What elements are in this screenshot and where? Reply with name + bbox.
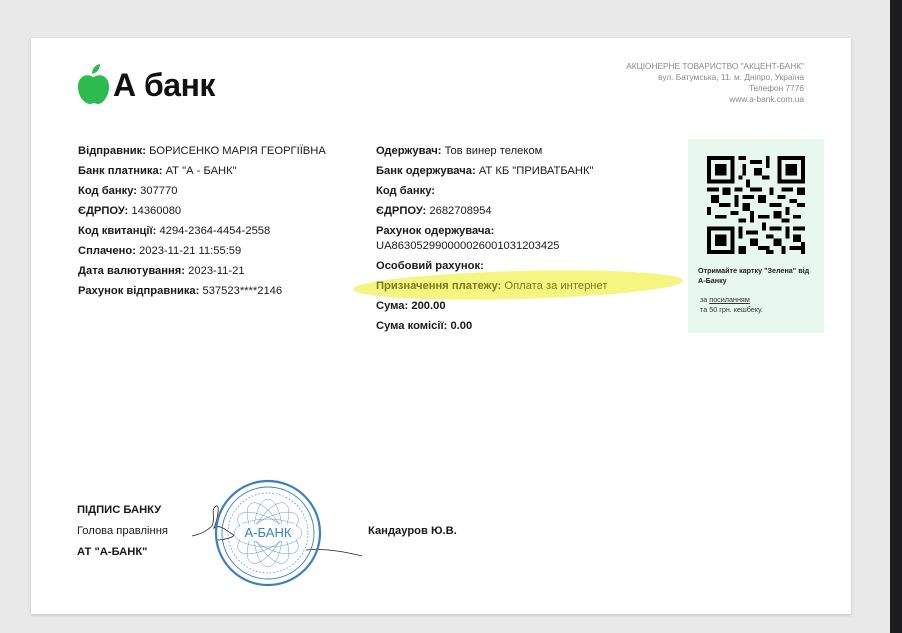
payment-purpose-row: Призначення платежу: Оплата за интернет (376, 280, 608, 292)
apple-logo-icon (78, 64, 109, 104)
stamp-center-text: А-БАНК (245, 525, 292, 540)
receipt-page: А банк АКЦІОНЕРНЕ ТОВАРИСТВО "АКЦЕНТ-БАН… (31, 38, 851, 614)
personal-account-row: Особовий рахунок: (376, 260, 484, 272)
sender-name-row: Відправник: БОРИСЕНКО МАРІЯ ГЕОРГІЇВНА (78, 145, 326, 157)
bank-signature-block: ПІДПИС БАНКУ Голова правління АТ "А-БАНК… (77, 503, 168, 566)
sender-edrpou-row: ЄДРПОУ: 14360080 (78, 205, 182, 217)
receiver-name-row: Одержувач: Тов винер телеком (376, 145, 543, 157)
signature-title: ПІДПИС БАНКУ (77, 504, 162, 516)
promo-card-panel: Отримайте картку "Зелена" від А-Банку за… (688, 139, 824, 333)
signatory-name: Кандауров Ю.В. (368, 525, 457, 537)
promo-subtitle: за посиланням та 50 грн. кешбеку. (700, 295, 763, 314)
paid-at-row: Сплачено: 2023-11-21 11:55:59 (78, 245, 242, 257)
promo-title: Отримайте картку "Зелена" від А-Банку (698, 266, 810, 285)
sender-account-row: Рахунок відправника: 537523****2146 (78, 285, 283, 297)
receiver-bank-row: Банк одержувача: АТ КБ "ПРИВАТБАНК" (376, 165, 594, 177)
sender-bank-row: Банк платника: АТ "А - БАНК" (78, 165, 237, 177)
promo-link[interactable]: посиланням (709, 295, 749, 304)
qr-code-icon[interactable] (707, 156, 805, 254)
brand-logo: А банк (77, 62, 237, 108)
bank-contacts: АКЦІОНЕРНЕ ТОВАРИСТВО "АКЦЕНТ-БАНК" вул.… (626, 61, 804, 105)
signature-org: АТ "А-БАНК" (77, 546, 148, 558)
fee-row: Сума комісії: 0.00 (376, 320, 473, 332)
receiver-account-row: Рахунок одержувача: UA863052990000026001… (376, 225, 560, 252)
bank-stamp-icon: А-БАНК (191, 479, 363, 587)
sender-details: Відправник: БОРИСЕНКО МАРІЯ ГЕОРГІЇВНА Б… (78, 144, 326, 304)
bank-website[interactable]: www.a-bank.com.ua (626, 94, 804, 105)
receipt-code-row: Код квитанції: 4294-2364-4454-2558 (78, 225, 271, 237)
receiver-details: Одержувач: Тов винер телеком Банк одержу… (376, 144, 607, 339)
sum-row: Сума: 200.00 (376, 300, 446, 312)
bank-phone: Телефон 7776 (748, 83, 804, 93)
sender-bank-code-row: Код банку: 307770 (78, 185, 178, 197)
receiver-edrpou-row: ЄДРПОУ: 2682708954 (376, 205, 492, 217)
bank-address: вул. Батумська, 11. м. Дніпро, Україна (658, 72, 804, 82)
scrollbar-track[interactable] (890, 0, 902, 633)
bank-company: АКЦІОНЕРНЕ ТОВАРИСТВО "АКЦЕНТ-БАНК" (626, 61, 804, 71)
brand-name: А банк (113, 67, 215, 103)
signatory-position: Голова правління (77, 525, 168, 537)
receiver-bank-code-row: Код банку: (376, 185, 436, 197)
value-date-row: Дата валютування: 2023-11-21 (78, 265, 245, 277)
